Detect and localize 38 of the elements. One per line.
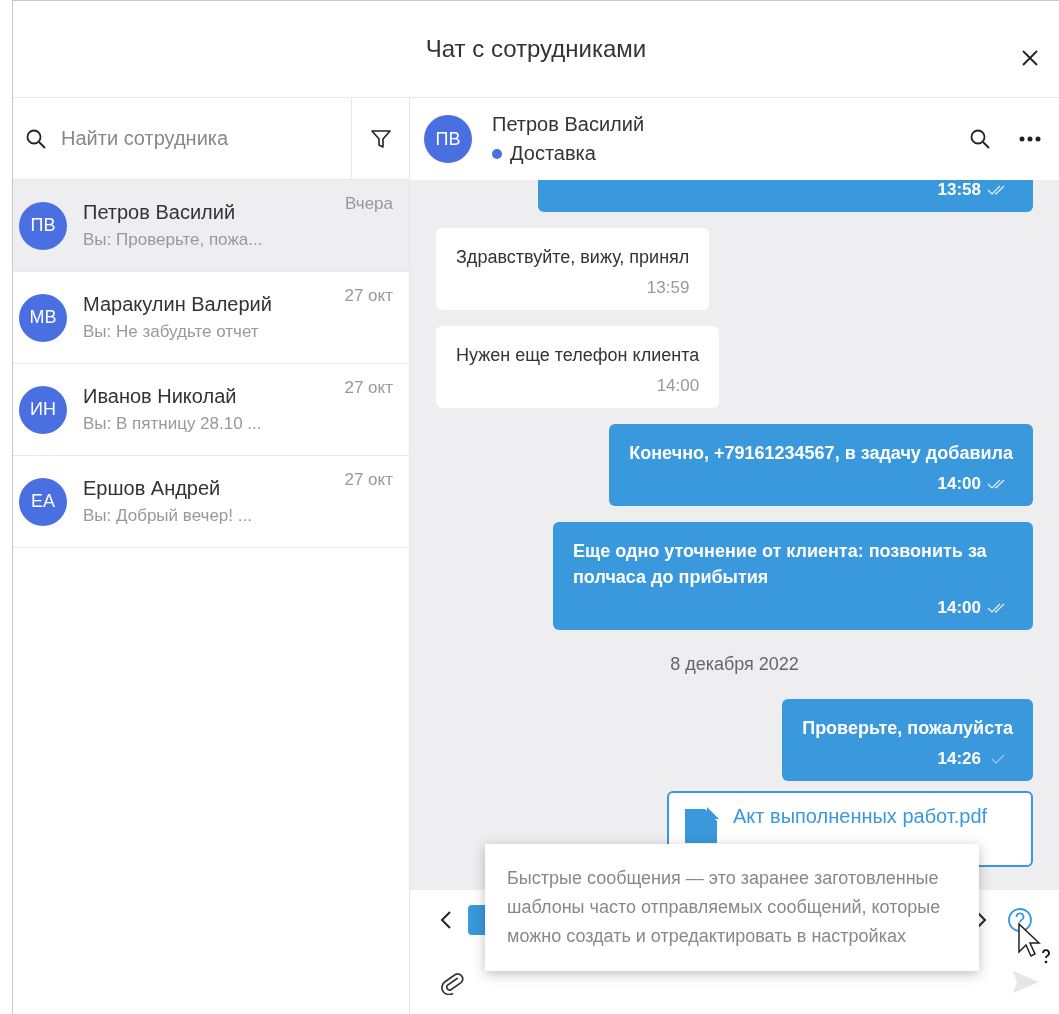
avatar: ИН — [19, 385, 67, 434]
contact-name: Маракулин Валерий — [83, 293, 272, 316]
contact-date: Вчера — [345, 194, 393, 214]
message-text: Еще одно уточнение от клиента: позвонить за полчаса до прибытия — [573, 540, 988, 589]
avatar: ПВ — [19, 201, 67, 250]
message-time: 13:59 — [646, 278, 690, 298]
message-time: 14:00 — [937, 598, 981, 618]
message-text: Здравствуйте, вижу, принял — [456, 246, 690, 269]
message-text: Нужен еще телефон клиента — [456, 344, 700, 367]
window-title: Чат с сотрудниками — [425, 35, 647, 63]
avatar: ПВ — [424, 115, 472, 163]
date-separator: 8 декабря 2022 — [670, 654, 799, 675]
message-time: 14:00 — [937, 474, 981, 494]
contact-date: 27 окт — [344, 378, 393, 398]
avatar: ЕА — [19, 477, 67, 526]
help-cursor-icon — [1017, 922, 1053, 966]
contact-status: Доставка — [510, 142, 596, 165]
message-preview: Вы: В пятницу 28.10 ... — [83, 414, 262, 434]
contact-name: Иванов Николай — [83, 385, 238, 408]
search-icon — [25, 127, 47, 150]
contact-item[interactable]: ПВ Петров Василий Вы: Проверьте, пожа... Вчера — [13, 180, 409, 272]
message-text: Проверьте, пожалуйста — [802, 717, 1013, 740]
document-icon — [683, 805, 719, 845]
chat-contact-name: Петров Василий — [492, 113, 645, 136]
contact-name: Ершов Андрей — [83, 477, 222, 500]
message-preview: Вы: Проверьте, пожа... — [83, 230, 263, 250]
message-text: Конечно, +79161234567, в задачу добавила — [629, 442, 1013, 465]
message-preview: Вы: Не забудьте отчет — [83, 322, 260, 342]
search-field[interactable]: Найти сотрудника — [59, 126, 323, 151]
message-time: 14:26 — [937, 749, 981, 769]
contact-date: 27 окт — [344, 286, 393, 306]
message-time: 14:00 — [656, 376, 700, 396]
tooltip: Быстрые сообщения — это заранее заготовленные шаблоны часто отправляемых сообщений, которые можно создать и отредактировать в настройках — [485, 844, 979, 971]
message-preview: Вы: Добрый вечер! ... — [83, 506, 252, 526]
contact-name: Петров Василий — [83, 201, 237, 224]
avatar: МВ — [19, 293, 67, 342]
contact-date: 27 окт — [344, 470, 393, 490]
message-time: 13:58 — [937, 180, 981, 200]
